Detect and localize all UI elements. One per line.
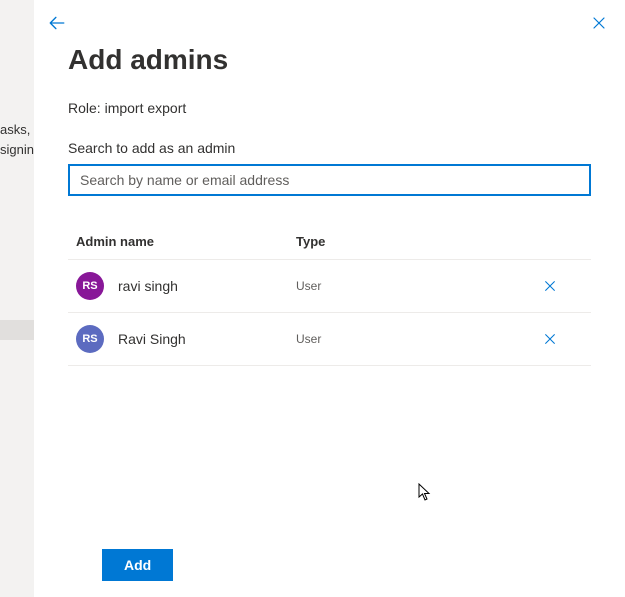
role-prefix: Role: [68,100,105,116]
search-input[interactable] [68,164,591,196]
close-icon [543,332,557,346]
backdrop-text: signin [0,140,34,160]
close-button[interactable] [587,11,611,35]
table-header: Admin name Type [68,224,591,260]
table-row[interactable]: RS ravi singh User [68,260,591,313]
panel-content: Add admins Role: import export Search to… [34,36,625,366]
remove-button[interactable] [543,279,583,293]
col-header-actions [543,234,583,249]
row-name-cell: RS ravi singh [76,272,296,300]
close-icon [591,15,607,31]
page-title: Add admins [68,44,591,76]
background-page: asks, a signin [0,0,34,597]
admin-type: User [296,332,543,346]
close-icon [543,279,557,293]
admin-type: User [296,279,543,293]
remove-button[interactable] [543,332,583,346]
add-admins-panel: Add admins Role: import export Search to… [34,0,625,597]
role-line: Role: import export [68,100,591,116]
backdrop-text: asks, a [0,120,34,140]
panel-top-row [34,0,625,36]
admin-name: ravi singh [118,278,178,294]
avatar: RS [76,325,104,353]
table-row[interactable]: RS Ravi Singh User [68,313,591,366]
role-name: import export [105,100,187,116]
avatar: RS [76,272,104,300]
col-header-type: Type [296,234,543,249]
mouse-cursor-icon [418,483,432,501]
arrow-left-icon [48,14,66,32]
col-header-name: Admin name [76,234,296,249]
admins-table: Admin name Type RS ravi singh User RS Ravi S… [68,224,591,366]
row-name-cell: RS Ravi Singh [76,325,296,353]
search-label: Search to add as an admin [68,140,591,156]
admin-name: Ravi Singh [118,331,186,347]
back-button[interactable] [44,10,70,36]
add-button[interactable]: Add [102,549,173,581]
backdrop-strip [0,320,34,340]
